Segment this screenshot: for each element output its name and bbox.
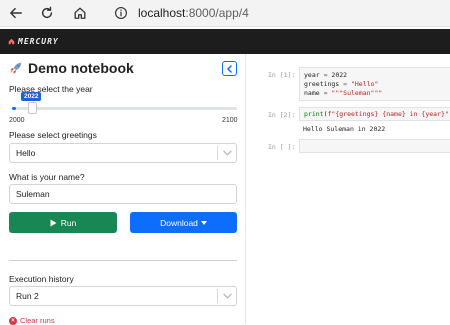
- address-bar[interactable]: localhost:8000/app/4: [104, 2, 450, 24]
- close-circle-icon: ×: [9, 316, 17, 325]
- history-select[interactable]: Run 2: [9, 286, 237, 306]
- code-line: name = """Suleman""": [304, 89, 383, 97]
- sidebar: Demo notebook Please select the year 202…: [0, 54, 246, 325]
- cell2-output: Hello Suleman in 2022: [303, 125, 386, 133]
- browser-toolbar: localhost:8000/app/4: [0, 0, 450, 27]
- cell1-code[interactable]: year = 2022 greetings = "Hello" name = "…: [299, 67, 450, 101]
- name-input[interactable]: Suleman: [9, 184, 237, 204]
- chevron-down-icon[interactable]: [218, 293, 236, 299]
- cell2-code[interactable]: print(f"{greetings} {name} in {year}"): [299, 107, 450, 121]
- home-icon: [8, 38, 15, 45]
- notebook-area: In [1]: year = 2022 greetings = "Hello" …: [246, 54, 450, 324]
- url-host: localhost: [138, 6, 186, 20]
- brand-logo[interactable]: MERCURY: [8, 37, 59, 46]
- app-header: MERCURY: [0, 29, 450, 54]
- home-icon[interactable]: [71, 4, 89, 22]
- caret-down-icon: [200, 220, 207, 225]
- notebook-title: Demo notebook: [9, 60, 134, 76]
- chevron-left-icon: [227, 64, 232, 73]
- divider: [9, 260, 237, 261]
- run-label: Run: [60, 217, 77, 228]
- year-value-tooltip: 2022: [21, 92, 42, 101]
- code-line: year = 2022: [304, 71, 348, 79]
- download-button[interactable]: Download: [130, 212, 237, 233]
- greetings-select[interactable]: Hello: [9, 143, 237, 163]
- greetings-label: Please select greetings: [9, 130, 97, 140]
- play-icon: [50, 219, 57, 226]
- info-icon[interactable]: [114, 6, 128, 20]
- history-value: Run 2: [16, 291, 39, 301]
- year-slider-fill: [12, 107, 17, 110]
- cell3-code[interactable]: [299, 139, 450, 153]
- chevron-down-icon[interactable]: [218, 150, 236, 156]
- back-icon[interactable]: [7, 4, 25, 22]
- url-text: localhost:8000/app/4: [138, 6, 249, 20]
- name-label: What is your name?: [9, 172, 85, 182]
- notebook-title-text: Demo notebook: [28, 60, 134, 76]
- code-line: greetings = "Hello": [304, 80, 379, 88]
- year-min-label: 2000: [9, 117, 25, 124]
- cell2-prompt: In [2]:: [268, 111, 296, 119]
- download-label: Download: [160, 217, 198, 228]
- cell3-prompt: In [ ]:: [268, 143, 296, 151]
- refresh-icon[interactable]: [38, 4, 56, 22]
- rocket-icon: [10, 62, 22, 74]
- run-button[interactable]: Run: [9, 212, 117, 233]
- url-path: :8000/app/4: [185, 6, 249, 20]
- year-slider-track[interactable]: [12, 107, 237, 110]
- year-max-label: 2100: [222, 117, 238, 124]
- collapse-sidebar-button[interactable]: [222, 61, 237, 76]
- year-slider-handle[interactable]: [28, 102, 37, 114]
- greetings-value: Hello: [16, 148, 36, 158]
- history-label: Execution history: [9, 274, 74, 284]
- brand-name: MERCURY: [18, 37, 59, 46]
- cell1-prompt: In [1]:: [268, 71, 296, 79]
